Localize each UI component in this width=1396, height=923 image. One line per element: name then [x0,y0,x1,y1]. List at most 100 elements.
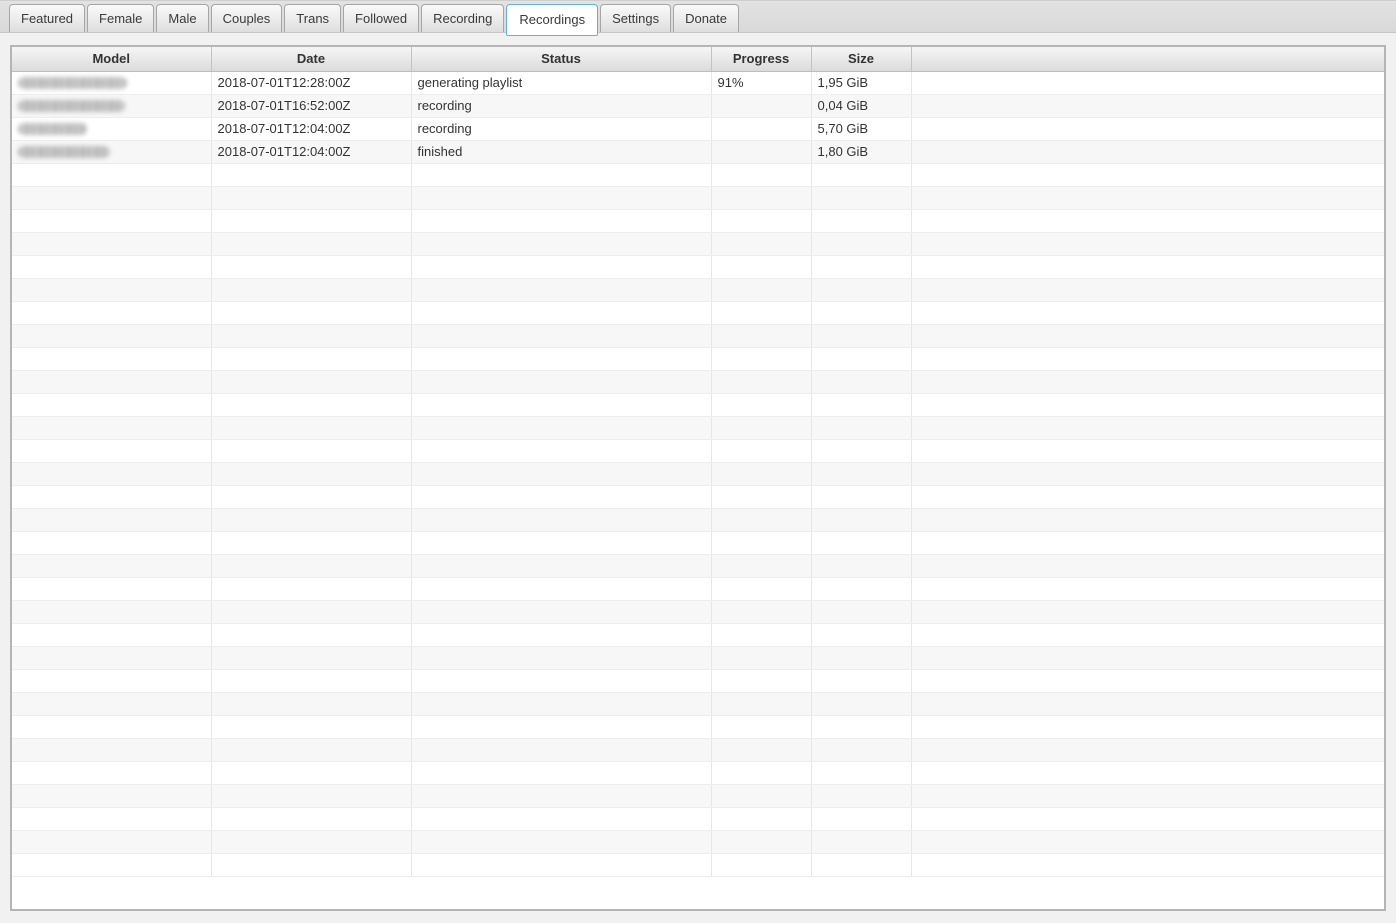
cell-progress [711,738,812,762]
tab-recording[interactable]: Recording [421,4,505,32]
column-header-extra [911,47,1384,72]
empty-table-row[interactable] [12,485,1384,509]
cell-extra [911,71,1384,95]
empty-table-row[interactable] [12,715,1384,739]
cell-size [811,209,912,233]
empty-table-row[interactable] [12,853,1384,877]
cell-extra [911,600,1384,624]
cell-extra [911,784,1384,808]
cell-progress [711,508,812,532]
cell-date [211,163,412,187]
blurred-model-name [18,146,110,158]
cell-status [411,255,712,279]
table-row[interactable]: 2018-07-01T16:52:00Z recording 0,04 GiB [12,94,1384,118]
empty-table-row[interactable] [12,531,1384,555]
empty-table-row[interactable] [12,278,1384,302]
empty-table-row[interactable] [12,600,1384,624]
cell-size [811,255,912,279]
cell-status: generating playlist [411,71,712,95]
empty-table-row[interactable] [12,255,1384,279]
tab-trans[interactable]: Trans [284,4,342,32]
cell-progress [711,140,812,164]
cell-progress [711,232,812,256]
cell-status [411,393,712,417]
empty-table-row[interactable] [12,301,1384,325]
empty-table-row[interactable] [12,347,1384,371]
cell-size [811,324,912,348]
table-row[interactable]: 2018-07-01T12:28:00Z generating playlist 9… [12,71,1384,95]
empty-table-row[interactable] [12,416,1384,440]
cell-status [411,370,712,394]
empty-table-row[interactable] [12,577,1384,601]
cell-status [411,232,712,256]
empty-table-row[interactable] [12,186,1384,210]
empty-table-row[interactable] [12,324,1384,348]
tab-followed[interactable]: Followed [343,4,420,32]
empty-table-row[interactable] [12,439,1384,463]
cell-extra [911,577,1384,601]
cell-size [811,669,912,693]
cell-status [411,163,712,187]
cell-date: 2018-07-01T12:04:00Z [211,117,412,141]
cell-progress [711,577,812,601]
empty-table-row[interactable] [12,784,1384,808]
empty-table-row[interactable] [12,669,1384,693]
cell-size [811,623,912,647]
empty-table-row[interactable] [12,462,1384,486]
cell-date [211,830,412,854]
cell-size [811,347,912,371]
empty-table-row[interactable] [12,623,1384,647]
empty-table-row[interactable] [12,393,1384,417]
blurred-model-name [18,100,125,112]
empty-table-row[interactable] [12,830,1384,854]
table-row[interactable]: 2018-07-01T12:04:00Z recording 5,70 GiB [12,117,1384,141]
cell-size: 1,80 GiB [811,140,912,164]
tab-bar: Featured Female Male Couples Trans Followed Re… [0,0,1396,36]
cell-date [211,508,412,532]
cell-date [211,439,412,463]
empty-table-row[interactable] [12,209,1384,233]
tab-female[interactable]: Female [87,4,155,32]
empty-table-row[interactable] [12,807,1384,831]
empty-table-row[interactable] [12,692,1384,716]
cell-model [12,186,212,210]
cell-status [411,554,712,578]
cell-model [12,761,212,785]
cell-model [12,140,212,164]
blurred-model-name [18,123,87,135]
empty-table-row[interactable] [12,163,1384,187]
cell-model [12,738,212,762]
cell-status [411,577,712,601]
cell-model [12,715,212,739]
table-row[interactable]: 2018-07-01T12:04:00Z finished 1,80 GiB [12,140,1384,164]
cell-extra [911,623,1384,647]
cell-model [12,508,212,532]
tab-donate[interactable]: Donate [673,4,740,32]
cell-size [811,163,912,187]
empty-table-row[interactable] [12,232,1384,256]
cell-date [211,692,412,716]
cell-progress [711,669,812,693]
recordings-table: Model Date Status Progress Size 2018-07-01T1… [10,45,1386,911]
empty-table-row[interactable] [12,554,1384,578]
empty-table-row[interactable] [12,508,1384,532]
tab-recordings[interactable]: Recordings [506,4,599,36]
cell-date [211,462,412,486]
cell-size [811,761,912,785]
tab-settings[interactable]: Settings [600,4,672,32]
empty-table-row[interactable] [12,738,1384,762]
empty-table-row[interactable] [12,761,1384,785]
tab-male[interactable]: Male [156,4,209,32]
cell-progress [711,715,812,739]
cell-status [411,600,712,624]
tab-featured[interactable]: Featured [9,4,86,32]
cell-size [811,692,912,716]
cell-extra [911,416,1384,440]
empty-table-row[interactable] [12,646,1384,670]
tab-couples[interactable]: Couples [210,4,283,32]
cell-status [411,692,712,716]
cell-extra [911,186,1384,210]
cell-date: 2018-07-01T12:04:00Z [211,140,412,164]
empty-table-row[interactable] [12,370,1384,394]
recordings-grid: Model Date Status Progress Size 2018-07-01T1… [12,47,1384,877]
